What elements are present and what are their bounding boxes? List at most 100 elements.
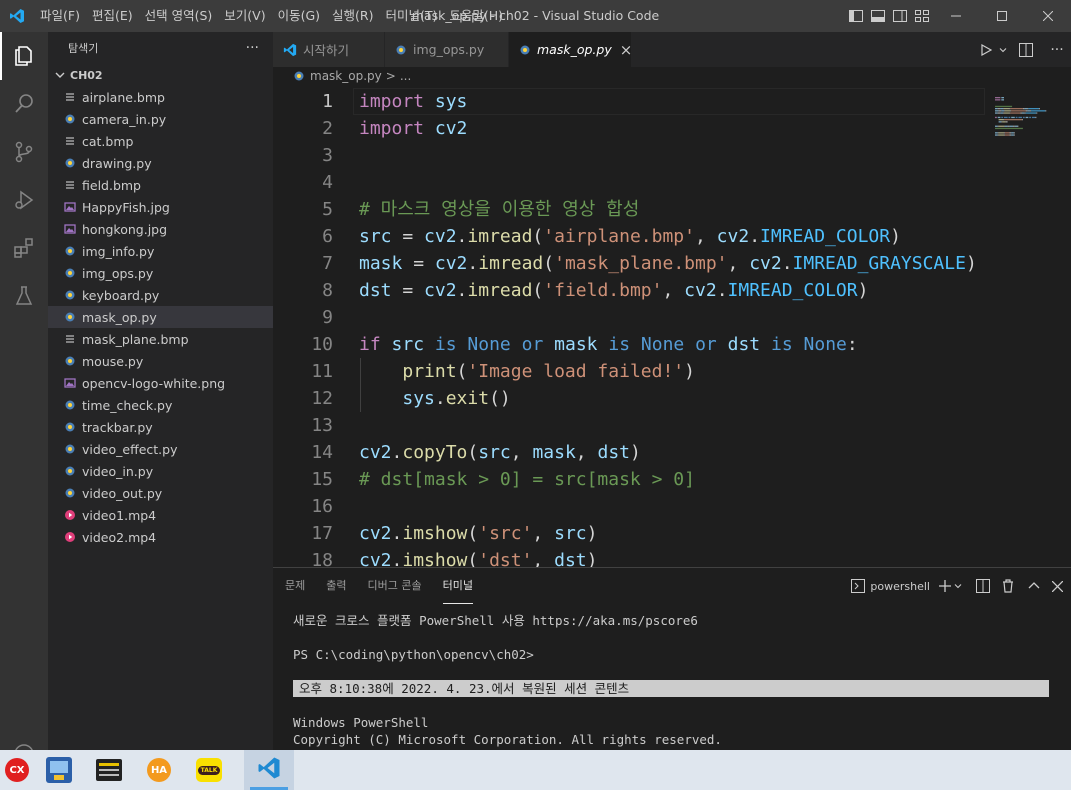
menu-item[interactable]: 선택 영역(S) [139,0,219,32]
ha-app-icon: HA [147,758,171,782]
file-item[interactable]: video1.mp4 [48,504,273,526]
split-editor-icon[interactable] [1009,32,1043,67]
close-window-icon[interactable] [1025,0,1071,32]
run-debug-icon[interactable] [0,176,48,224]
taskbar-vscode[interactable] [244,750,294,790]
file-item[interactable]: mouse.py [48,350,273,372]
file-item[interactable]: field.bmp [48,174,273,196]
title-bar: 파일(F) 편집(E) 선택 영역(S) 보기(V) 이동(G) 실행(R) 터미널(T) 도… [0,0,1071,32]
close-panel-icon[interactable] [1052,568,1063,604]
taskbar-kakaotalk[interactable]: TALK [184,750,234,790]
editor-tab[interactable]: 시작하기 [273,32,385,67]
panel-tab[interactable]: 출력 [326,568,346,604]
editor-tab[interactable]: mask_op.py × [509,32,632,67]
editor-tab[interactable]: img_ops.py [385,32,509,67]
split-terminal-icon[interactable] [976,568,990,604]
extensions-icon[interactable] [0,224,48,272]
taskbar-cx-app[interactable]: CX [0,750,34,790]
minimap-token [995,105,1013,108]
toggle-secondary-sidebar-icon[interactable] [889,0,911,32]
file-item[interactable]: video_in.py [48,460,273,482]
menu-item[interactable]: 터미널(T) [380,0,444,32]
line-number: 4 [322,172,333,193]
taskbar-ha-app[interactable]: HA [134,750,184,790]
file-item[interactable]: video_out.py [48,482,273,504]
editor-more-icon[interactable]: ··· [1043,32,1071,67]
file-item[interactable]: trackbar.py [48,416,273,438]
file-item[interactable]: HappyFish.jpg [48,196,273,218]
file-item[interactable]: drawing.py [48,152,273,174]
run-python-icon[interactable] [975,32,997,67]
source-control-icon[interactable] [0,128,48,176]
code-text: cv2.copyTo(src, mask, dst) [359,439,641,466]
explorer-icon[interactable] [0,32,48,80]
file-item[interactable]: cat.bmp [48,130,273,152]
breadcrumb-file[interactable]: mask_op.py [310,69,382,83]
panel-tab[interactable]: 디버그 콘솔 [368,568,422,604]
more-actions-icon[interactable]: ··· [246,40,259,56]
new-terminal-icon[interactable] [938,568,952,604]
menu-item[interactable]: 보기(V) [218,0,271,32]
file-item[interactable]: time_check.py [48,394,273,416]
file-item[interactable]: video_effect.py [48,438,273,460]
testing-flask-icon[interactable] [0,272,48,320]
customize-layout-icon[interactable] [911,0,933,32]
panel-tab[interactable]: 문제 [285,568,305,604]
terminal-line: Windows PowerShell [293,715,429,730]
menu-bar: 파일(F) 편집(E) 선택 영역(S) 보기(V) 이동(G) 실행(R) 터미널(T) 도… [34,0,509,32]
maximize-icon[interactable] [979,0,1025,32]
vscode-logo-icon [0,0,34,32]
minimap-token [1004,116,1008,119]
minimize-icon[interactable] [933,0,979,32]
minimap-token [1036,112,1038,114]
file-item[interactable]: mask_plane.bmp [48,328,273,350]
taskbar-app-3[interactable] [84,750,134,790]
panel-tab[interactable]: 터미널 [442,568,473,604]
code-token: None [467,334,511,355]
code-token: imshow [402,523,468,544]
file-item[interactable]: hongkong.jpg [48,218,273,240]
menu-item[interactable]: 실행(R) [326,0,379,32]
menu-item[interactable]: 파일(F) [34,0,86,32]
file-item[interactable]: img_ops.py [48,262,273,284]
file-item[interactable]: airplane.bmp [48,86,273,108]
code-token: dst [554,550,587,567]
minimap-token [1005,121,1008,123]
search-icon[interactable] [0,80,48,128]
kill-terminal-trash-icon[interactable] [1002,568,1014,604]
taskbar-app-2[interactable] [34,750,84,790]
file-item[interactable]: video2.mp4 [48,526,273,548]
minimap-token [1020,112,1022,114]
menu-item[interactable]: 편집(E) [86,0,139,32]
terminal-output[interactable]: 새로운 크로스 플랫폼 PowerShell 사용 https://aka.ms… [293,612,1053,748]
maximize-panel-chevron-up-icon[interactable] [1028,568,1040,604]
file-item[interactable]: camera_in.py [48,108,273,130]
terminal-shell-icon[interactable] [851,568,866,604]
python-file-icon [62,309,78,325]
menu-item[interactable]: 이동(G) [272,0,326,32]
file-item[interactable]: img_info.py [48,240,273,262]
minimap-token [995,127,1023,130]
breadcrumb-symbol[interactable]: ... [400,69,411,83]
toggle-sidebar-icon[interactable] [845,0,867,32]
minimap[interactable] [995,85,1061,185]
code-token: , [694,226,717,247]
menu-item[interactable]: 도움말(H) [443,0,509,32]
video-file-icon [62,529,78,545]
file-item[interactable]: opencv-logo-white.png [48,372,273,394]
minimap-token [1009,108,1011,110]
file-item[interactable]: mask_op.py [48,306,273,328]
code-token: ) [965,253,977,274]
file-item[interactable]: keyboard.py [48,284,273,306]
bmp-file-icon [62,89,78,105]
code-editor[interactable]: 1 import sys 2 import cv2 3 4 5 # 마스크 영상을 이용한 영… [273,85,1071,567]
close-tab-icon[interactable]: × [620,41,633,59]
terminal-dropdown-chevron-icon[interactable] [954,568,962,604]
run-dropdown-chevron-icon[interactable] [997,32,1009,67]
toggle-panel-icon[interactable] [867,0,889,32]
folder-ch02[interactable]: CH02 [48,64,273,86]
minimap-token [1025,116,1029,119]
terminal-shell-name[interactable]: powershell [870,568,930,604]
